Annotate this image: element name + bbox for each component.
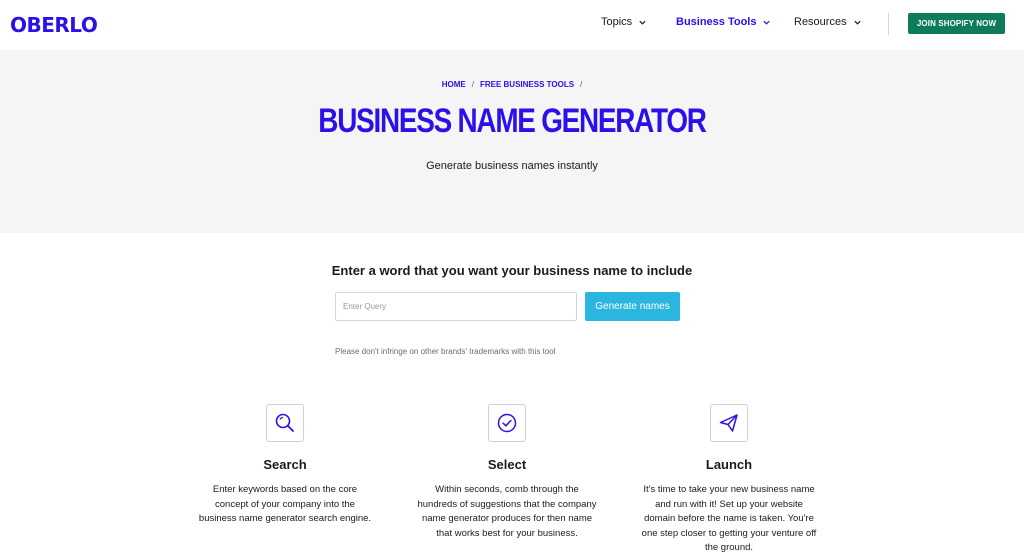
feature-launch: Launch It's time to take your new busine… <box>639 404 819 556</box>
breadcrumb-separator: / <box>580 80 583 89</box>
nav-topics-label: Topics <box>601 16 633 28</box>
feature-description: It's time to take your new business name… <box>641 484 817 553</box>
nav-resources-label: Resources <box>794 16 847 28</box>
feature-search: Search Enter keywords based on the core … <box>195 404 375 527</box>
generate-names-button[interactable]: Generate names <box>585 292 680 321</box>
search-icon <box>266 404 304 442</box>
feature-title: Launch <box>705 457 753 472</box>
paper-plane-icon <box>710 404 748 442</box>
feature-select: Select Within seconds, comb through the … <box>417 404 597 541</box>
query-heading: Enter a word that you want your business… <box>331 263 693 278</box>
breadcrumb: HOME / FREE BUSINESS TOOLS / <box>0 80 1024 89</box>
hero-section: HOME / FREE BUSINESS TOOLS / BUSINESS NA… <box>0 50 1024 233</box>
chevron-down-icon <box>763 20 771 25</box>
feature-title: Search <box>263 457 307 472</box>
feature-description: Enter keywords based on the core concept… <box>198 484 372 524</box>
oberlo-logo[interactable]: OBERLO <box>10 13 98 37</box>
breadcrumb-separator: / <box>471 80 474 89</box>
page-title: BUSINESS NAME GENERATOR <box>318 102 707 140</box>
feature-description: Within seconds, comb through the hundred… <box>417 484 597 539</box>
breadcrumb-free-business-tools[interactable]: FREE BUSINESS TOOLS <box>480 80 574 89</box>
join-shopify-button[interactable]: JOIN SHOPIFY NOW <box>908 13 1005 34</box>
nav-business-tools-label: Business Tools <box>676 16 757 28</box>
check-circle-icon <box>488 404 526 442</box>
trademark-disclaimer: Please don't infringe on other brands' t… <box>335 347 556 356</box>
nav-business-tools[interactable]: Business Tools <box>676 16 771 28</box>
breadcrumb-home[interactable]: HOME <box>442 80 466 89</box>
nav-divider <box>888 13 889 35</box>
site-header: OBERLO Topics Business Tools Resources J… <box>0 0 1024 50</box>
chevron-down-icon <box>853 20 861 25</box>
feature-title: Select <box>487 457 527 472</box>
page-subtitle: Generate business names instantly <box>426 160 598 172</box>
nav-topics[interactable]: Topics <box>601 16 647 28</box>
query-input[interactable] <box>335 292 577 321</box>
nav-resources[interactable]: Resources <box>794 16 862 28</box>
chevron-down-icon <box>639 20 646 25</box>
